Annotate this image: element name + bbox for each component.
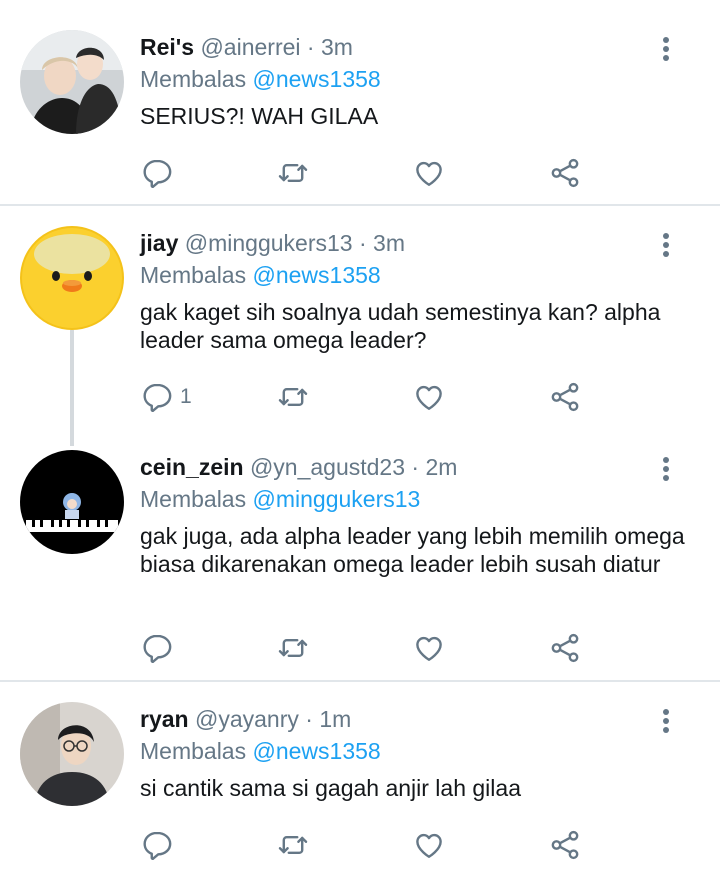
- more-options-icon[interactable]: [654, 34, 678, 64]
- like-icon: [412, 631, 446, 665]
- reply-icon: [140, 631, 174, 665]
- reply-icon: [140, 380, 174, 414]
- tweet[interactable]: cein_zein @yn_agustd23 · 2m Membalas @mi…: [0, 450, 720, 680]
- like-button[interactable]: [412, 630, 446, 666]
- action-bar: [140, 155, 600, 191]
- reply-mention[interactable]: @news1358: [253, 738, 381, 764]
- more-options-icon[interactable]: [654, 230, 678, 260]
- tweet-header: Rei's @ainerrei · 3m: [140, 30, 353, 64]
- reply-context: Membalas @news1358: [140, 734, 381, 768]
- tweet[interactable]: jiay @minggukers13 · 3m Membalas @news13…: [0, 226, 720, 416]
- tweet-header: ryan @yayanry · 1m: [140, 702, 351, 736]
- tweet[interactable]: ryan @yayanry · 1m Membalas @news1358 si…: [0, 702, 720, 877]
- display-name[interactable]: cein_zein: [140, 454, 244, 480]
- tweet[interactable]: Rei's @ainerrei · 3m Membalas @news1358 …: [0, 30, 720, 204]
- timestamp: · 2m: [411, 454, 458, 480]
- avatar[interactable]: [20, 226, 124, 330]
- timestamp: · 3m: [358, 230, 405, 256]
- reply-button[interactable]: [140, 827, 180, 863]
- reply-mention[interactable]: @news1358: [253, 262, 381, 288]
- tweet-text: SERIUS?! WAH GILAA: [140, 103, 379, 129]
- retweet-icon: [276, 828, 310, 862]
- share-button[interactable]: [548, 827, 582, 863]
- reply-mention[interactable]: @news1358: [253, 66, 381, 92]
- like-button[interactable]: [412, 379, 446, 415]
- tweet-text: gak juga, ada alpha leader yang lebih me…: [140, 523, 685, 577]
- retweet-icon: [276, 631, 310, 665]
- reply-prefix: Membalas: [140, 738, 247, 764]
- share-button[interactable]: [548, 379, 582, 415]
- avatar-two-people-icon: [20, 30, 124, 134]
- display-name[interactable]: ryan: [140, 706, 189, 732]
- action-bar: [140, 630, 600, 666]
- tweet-text: si cantik sama si gagah anjir lah gilaa: [140, 775, 521, 801]
- avatar-man-glasses-icon: [20, 702, 124, 806]
- like-button[interactable]: [412, 827, 446, 863]
- retweet-button[interactable]: [276, 630, 310, 666]
- timestamp: · 3m: [306, 34, 353, 60]
- action-bar: 1: [140, 379, 600, 415]
- user-handle[interactable]: @yayanry: [195, 706, 299, 732]
- share-button[interactable]: [548, 630, 582, 666]
- reply-icon: [140, 828, 174, 862]
- like-button[interactable]: [412, 155, 446, 191]
- tweet-header: cein_zein @yn_agustd23 · 2m: [140, 450, 457, 484]
- like-icon: [412, 380, 446, 414]
- more-options-icon[interactable]: [654, 706, 678, 736]
- user-handle[interactable]: @yn_agustd23: [250, 454, 405, 480]
- share-icon: [548, 156, 582, 190]
- reply-count: 1: [180, 385, 192, 408]
- like-icon: [412, 828, 446, 862]
- reply-mention[interactable]: @minggukers13: [253, 486, 421, 512]
- retweet-icon: [276, 156, 310, 190]
- more-options-icon[interactable]: [654, 454, 678, 484]
- reply-icon: [140, 156, 174, 190]
- avatar[interactable]: [20, 702, 124, 806]
- share-icon: [548, 631, 582, 665]
- reply-prefix: Membalas: [140, 66, 247, 92]
- avatar[interactable]: [20, 30, 124, 134]
- avatar[interactable]: [20, 450, 124, 554]
- reply-context: Membalas @news1358: [140, 62, 381, 96]
- avatar-piano-character-icon: [20, 450, 124, 554]
- reply-context: Membalas @news1358: [140, 258, 381, 292]
- action-bar: [140, 827, 600, 863]
- reply-context: Membalas @minggukers13: [140, 482, 420, 516]
- share-icon: [548, 828, 582, 862]
- timestamp: · 1m: [305, 706, 352, 732]
- display-name[interactable]: jiay: [140, 230, 178, 256]
- share-icon: [548, 380, 582, 414]
- like-icon: [412, 156, 446, 190]
- retweet-button[interactable]: [276, 379, 310, 415]
- tweet-header: jiay @minggukers13 · 3m: [140, 226, 405, 260]
- reply-prefix: Membalas: [140, 262, 247, 288]
- tweet-text: gak kaget sih soalnya udah semestinya ka…: [140, 299, 661, 353]
- avatar-yellow-chick-icon: [20, 226, 124, 330]
- reply-button[interactable]: [140, 155, 180, 191]
- divider: [0, 204, 720, 206]
- user-handle[interactable]: @ainerrei: [200, 34, 300, 60]
- reply-button[interactable]: [140, 630, 180, 666]
- user-handle[interactable]: @minggukers13: [185, 230, 353, 256]
- reply-prefix: Membalas: [140, 486, 247, 512]
- reply-button[interactable]: 1: [140, 379, 192, 415]
- retweet-button[interactable]: [276, 827, 310, 863]
- divider: [0, 680, 720, 682]
- share-button[interactable]: [548, 155, 582, 191]
- display-name[interactable]: Rei's: [140, 34, 194, 60]
- retweet-icon: [276, 380, 310, 414]
- retweet-button[interactable]: [276, 155, 310, 191]
